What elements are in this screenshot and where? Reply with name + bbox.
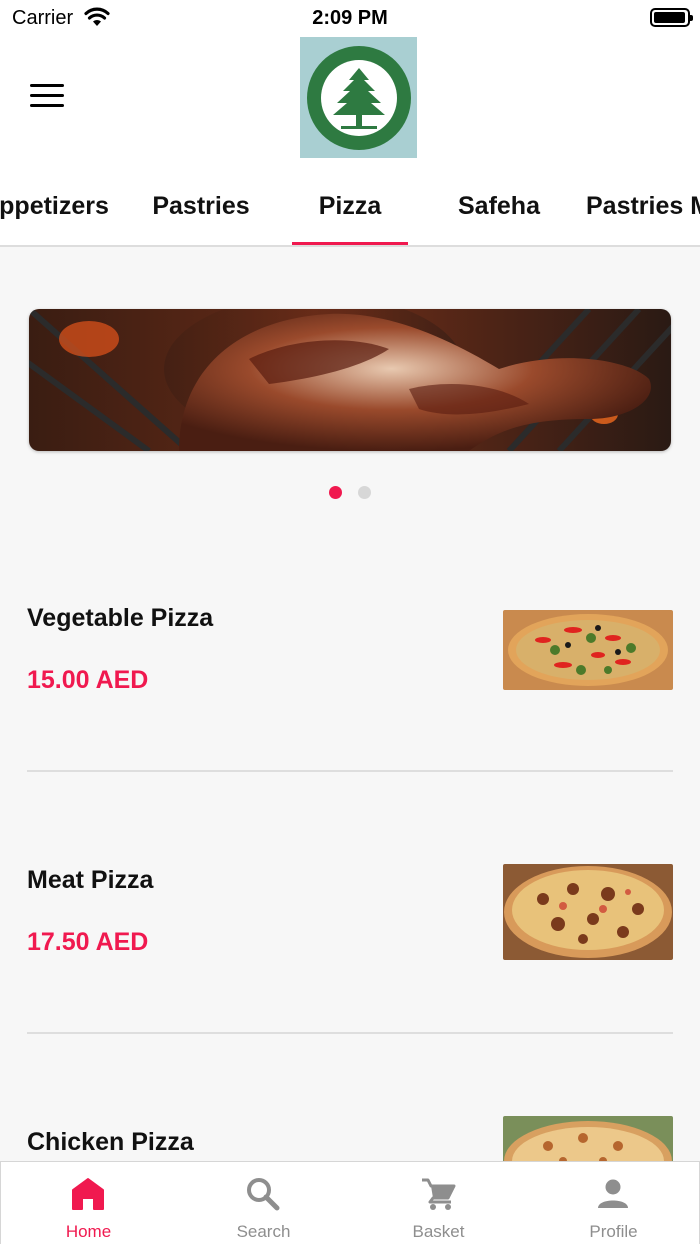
tab-pastries-mix[interactable]: Pastries Mix [586, 192, 700, 221]
cedar-tree-icon [320, 59, 397, 136]
menu-line-icon [30, 84, 64, 87]
cart-icon [422, 1178, 456, 1210]
search-icon [247, 1178, 280, 1211]
menu-item-meat-pizza[interactable]: Meat Pizza 17.50 AED [27, 862, 673, 962]
menu-line-icon [30, 104, 64, 107]
item-name: Vegetable Pizza [27, 604, 214, 632]
battery-icon [650, 8, 693, 27]
carousel-pagination [0, 486, 700, 499]
hamburger-menu-button[interactable] [30, 84, 64, 108]
home-icon [72, 1178, 104, 1210]
item-divider [27, 770, 673, 772]
item-price: 17.50 AED [27, 928, 149, 956]
bottom-tab-bar: Home Search Basket Profile [0, 1161, 700, 1244]
promo-banner-image[interactable] [29, 309, 671, 451]
carousel-dot-2[interactable] [358, 486, 371, 499]
nav-home-label: Home [65, 1222, 112, 1241]
nav-search-label: Search [236, 1222, 291, 1241]
item-price: 15.00 AED [27, 666, 149, 694]
item-name: Meat Pizza [27, 866, 154, 894]
nav-search[interactable]: Search [176, 1162, 351, 1244]
nav-profile-label: Profile [589, 1222, 638, 1241]
active-tab-indicator [292, 242, 408, 245]
tab-appetizers[interactable]: Appetizers [0, 192, 110, 221]
tab-pastries[interactable]: Pastries [136, 192, 266, 221]
profile-icon [598, 1179, 628, 1208]
nav-profile[interactable]: Profile [526, 1162, 700, 1244]
restaurant-logo [300, 37, 417, 158]
meat-pizza-image [503, 864, 673, 960]
nav-home[interactable]: Home [1, 1162, 176, 1244]
carousel-dot-1[interactable] [329, 486, 342, 499]
vegetable-pizza-image [503, 610, 673, 690]
tab-pizza[interactable]: Pizza [285, 192, 415, 221]
status-bar: Carrier 2:09 PM [0, 0, 700, 36]
app-screen: Carrier 2:09 PM ppetizers Pastries Pizza… [0, 0, 700, 1244]
status-time: 2:09 PM [312, 7, 388, 29]
nav-basket-label: Basket [412, 1222, 465, 1241]
category-tabs: Appetizers Pastries Pizza Safeha Pastrie… [0, 166, 700, 247]
nav-basket[interactable]: Basket [351, 1162, 526, 1244]
menu-line-icon [30, 94, 64, 97]
logo-ring [306, 45, 411, 150]
grilled-chicken-image [29, 309, 671, 451]
item-name: Chicken Pizza [27, 1128, 194, 1156]
menu-item-vegetable-pizza[interactable]: Vegetable Pizza 15.00 AED [27, 600, 673, 700]
app-header [0, 36, 700, 166]
item-divider [27, 1032, 673, 1034]
tab-safeha[interactable]: Safeha [434, 192, 564, 221]
